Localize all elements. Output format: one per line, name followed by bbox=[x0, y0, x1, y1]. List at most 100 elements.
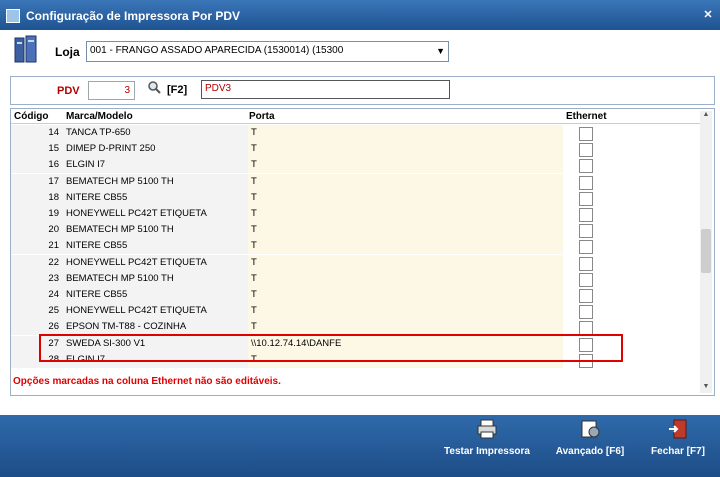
cell-port[interactable]: T bbox=[248, 270, 563, 287]
pdv-name-value: PDV3 bbox=[205, 83, 232, 94]
ethernet-checkbox[interactable] bbox=[579, 224, 593, 239]
cell-port-value: T bbox=[251, 175, 257, 187]
pdv-name-field[interactable]: PDV3 bbox=[201, 80, 450, 99]
cell-port[interactable]: T bbox=[248, 238, 563, 255]
window-title: Configuração de Impressora Por PDV bbox=[26, 9, 241, 23]
table-row[interactable]: 22 HONEYWELL PC42T ETIQUETA T bbox=[11, 254, 696, 271]
table-row[interactable]: 25 HONEYWELL PC42T ETIQUETA T bbox=[11, 303, 696, 320]
cell-model: TANCA TP-650 bbox=[66, 127, 131, 138]
close-button[interactable]: Fechar [F7] bbox=[646, 418, 710, 457]
cell-model: NITERE CB55 bbox=[66, 191, 128, 203]
table-row[interactable]: 16 ELGIN I7 T bbox=[11, 157, 696, 174]
cell-model: BEMATECH MP 5100 TH bbox=[66, 175, 174, 187]
cell-port[interactable]: T bbox=[248, 206, 563, 222]
table-row[interactable]: 21 NITERE CB55 T bbox=[11, 238, 696, 255]
chevron-down-icon[interactable]: ▼ bbox=[436, 46, 445, 56]
cell-port[interactable]: T bbox=[248, 222, 563, 239]
cell-port-value: T bbox=[251, 305, 257, 317]
cell-port-value: T bbox=[251, 240, 257, 252]
test-printer-label: Testar Impressora bbox=[444, 446, 530, 457]
highlight-box bbox=[39, 334, 623, 362]
table-row[interactable]: 26 EPSON TM-T88 - COZINHA T bbox=[11, 319, 696, 336]
pdv-label: PDV bbox=[57, 85, 80, 97]
cell-code: 15 bbox=[48, 143, 59, 155]
ethernet-checkbox[interactable] bbox=[579, 127, 593, 141]
cell-code: 16 bbox=[48, 159, 59, 171]
printer-icon bbox=[477, 419, 497, 439]
cell-code: 17 bbox=[48, 175, 59, 187]
cell-port[interactable]: T bbox=[248, 173, 563, 190]
table-row[interactable]: 19 HONEYWELL PC42T ETIQUETA T bbox=[11, 206, 696, 222]
cell-model: BEMATECH MP 5100 TH bbox=[66, 272, 174, 284]
pdv-row: PDV 3 [F2] PDV3 bbox=[10, 76, 715, 105]
ethernet-checkbox[interactable] bbox=[579, 143, 593, 158]
cell-code: 19 bbox=[48, 208, 59, 219]
cell-port[interactable]: T bbox=[248, 141, 563, 158]
table-row[interactable]: 17 BEMATECH MP 5100 TH T bbox=[11, 173, 696, 190]
cell-code: 18 bbox=[48, 191, 59, 203]
table-row[interactable]: 20 BEMATECH MP 5100 TH T bbox=[11, 222, 696, 239]
cell-port-value: T bbox=[251, 272, 257, 284]
window-body: Loja 001 - FRANGO ASSADO APARECIDA (1530… bbox=[0, 30, 720, 477]
cell-port[interactable]: T bbox=[248, 125, 563, 141]
cell-port-value: T bbox=[251, 224, 257, 236]
cell-port[interactable]: T bbox=[248, 254, 563, 271]
close-icon[interactable]: ✕ bbox=[700, 8, 716, 22]
pdv-input[interactable]: 3 bbox=[88, 81, 135, 100]
vertical-scrollbar[interactable]: ▲ ▼ bbox=[700, 111, 712, 393]
column-header-ethernet[interactable]: Ethernet bbox=[566, 111, 607, 122]
exit-door-icon bbox=[669, 419, 687, 439]
column-header-model[interactable]: Marca/Modelo bbox=[66, 111, 133, 122]
cell-port[interactable]: T bbox=[248, 287, 563, 303]
cell-port[interactable]: T bbox=[248, 319, 563, 336]
cell-port-value: T bbox=[251, 191, 257, 203]
cell-port[interactable]: T bbox=[248, 189, 563, 206]
cell-port-value: T bbox=[251, 289, 257, 300]
ethernet-checkbox[interactable] bbox=[579, 240, 593, 255]
pdv-input-value: 3 bbox=[124, 85, 130, 96]
ethernet-checkbox[interactable] bbox=[579, 256, 593, 271]
settings-icon bbox=[581, 420, 600, 438]
ethernet-checkbox[interactable] bbox=[579, 159, 593, 174]
loja-label: Loja bbox=[55, 45, 80, 59]
cell-code: 26 bbox=[48, 321, 59, 333]
cell-code: 22 bbox=[48, 256, 59, 268]
close-label: Fechar [F7] bbox=[651, 446, 705, 457]
cell-model: ELGIN I7 bbox=[66, 159, 106, 171]
ethernet-checkbox[interactable] bbox=[579, 272, 593, 287]
cell-port[interactable]: T bbox=[248, 157, 563, 174]
scroll-up-icon[interactable]: ▲ bbox=[701, 111, 711, 121]
ethernet-checkbox[interactable] bbox=[579, 305, 593, 320]
ethernet-checkbox[interactable] bbox=[579, 289, 593, 303]
cell-port[interactable]: T bbox=[248, 303, 563, 320]
ethernet-warning: Opções marcadas na coluna Ethernet não s… bbox=[13, 376, 281, 387]
cell-code: 24 bbox=[48, 289, 59, 300]
table-row[interactable]: 14 TANCA TP-650 T bbox=[11, 125, 696, 141]
cell-code: 14 bbox=[48, 127, 59, 138]
table-row[interactable]: 15 DIMEP D-PRINT 250 T bbox=[11, 141, 696, 158]
cell-code: 20 bbox=[48, 224, 59, 236]
cell-model: BEMATECH MP 5100 TH bbox=[66, 224, 174, 236]
scrollbar-thumb[interactable] bbox=[701, 229, 711, 273]
cell-port-value: T bbox=[251, 321, 257, 333]
test-printer-button[interactable]: Testar Impressora bbox=[437, 418, 537, 457]
loja-select[interactable]: 001 - FRANGO ASSADO APARECIDA (1530014) … bbox=[86, 41, 449, 62]
search-icon[interactable] bbox=[147, 80, 161, 94]
cell-code: 21 bbox=[48, 240, 59, 252]
scroll-down-icon[interactable]: ▼ bbox=[701, 383, 711, 393]
table-row[interactable]: 18 NITERE CB55 T bbox=[11, 189, 696, 206]
cell-port-value: T bbox=[251, 256, 257, 268]
table-row[interactable]: 24 NITERE CB55 T bbox=[11, 287, 696, 303]
column-header-port[interactable]: Porta bbox=[249, 111, 275, 122]
advanced-button[interactable]: Avançado [F6] bbox=[551, 418, 629, 457]
cell-port-value: T bbox=[251, 143, 257, 155]
cell-model: EPSON TM-T88 - COZINHA bbox=[66, 321, 187, 333]
loja-select-value: 001 - FRANGO ASSADO APARECIDA (1530014) … bbox=[90, 45, 344, 56]
column-header-code[interactable]: Código bbox=[14, 111, 48, 122]
ethernet-checkbox[interactable] bbox=[579, 191, 593, 206]
table-row[interactable]: 23 BEMATECH MP 5100 TH T bbox=[11, 270, 696, 287]
app-icon bbox=[6, 9, 20, 23]
cell-port-value: T bbox=[251, 208, 257, 219]
ethernet-checkbox[interactable] bbox=[579, 175, 593, 190]
ethernet-checkbox[interactable] bbox=[579, 208, 593, 222]
